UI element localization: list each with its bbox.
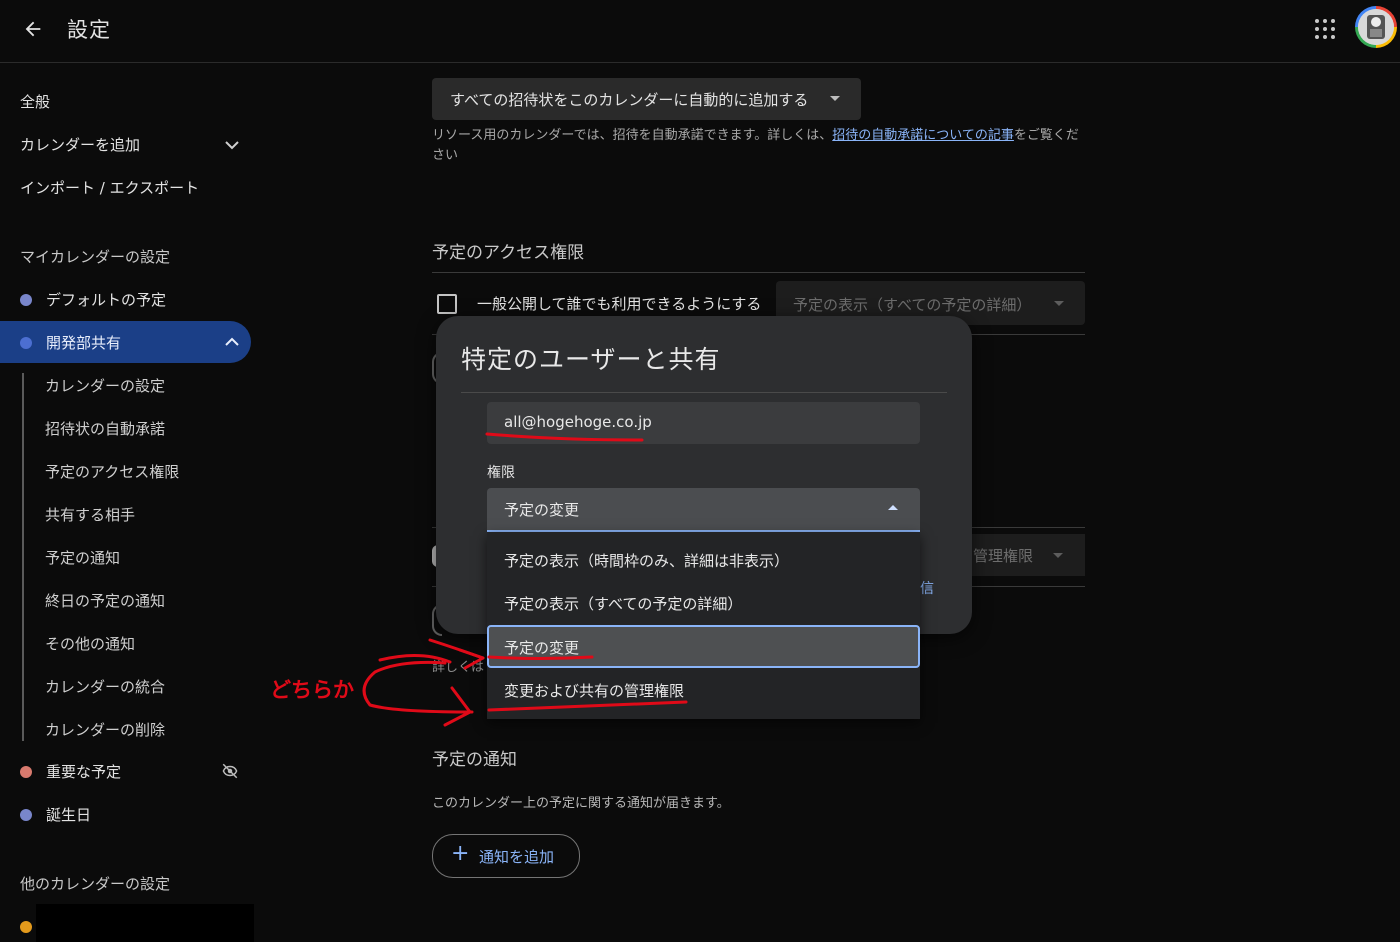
divider [432,272,1085,273]
dropdown-arrow-icon [888,505,898,510]
calendar-color-dot [20,921,32,933]
help-text: リソース用のカレンダーでは、招待を自動承諾できます。詳しくは、 [432,128,833,143]
sidebar-item-dev-shared[interactable] [0,321,251,363]
option-label: 予定の表示（すべての予定の詳細） [504,595,743,613]
calendar-color-dot [20,809,32,821]
sidebar-sub-calendar-settings[interactable]: カレンダーの設定 [45,375,165,396]
sidebar-sub-event-notifications[interactable]: 予定の通知 [45,547,120,568]
calendar-color-dot [20,766,32,778]
option-label: 予定の表示（時間枠のみ、詳細は非表示） [504,552,790,570]
other-calendars-heading: 他のカレンダーの設定 [20,875,171,893]
calendar-color-dot [20,337,32,349]
sidebar-sub-allday-notifications[interactable]: 終日の予定の通知 [45,590,165,611]
arrow-back-icon [25,21,41,37]
permission-option[interactable]: 予定の表示（すべての予定の詳細） [487,581,920,624]
sidebar-item-label: 開発部共有 [46,334,122,352]
permission-option-selected[interactable]: 予定の変更 [487,625,920,668]
auto-accept-select-value: すべての招待状をこのカレンダーに自動的に追加する [450,91,809,109]
email-value: all@hogehoge.co.jp [504,413,652,431]
page-title: 設定 [67,18,111,42]
sidebar-sub-other-notifications[interactable]: その他の通知 [45,633,135,654]
add-notification-button[interactable]: + 通知を追加 [432,834,580,878]
app-header: 設定 [0,0,1400,63]
permission-select-value: 予定の変更 [504,501,580,519]
redacted-block [36,904,254,942]
event-notifications-title: 予定の通知 [432,750,517,770]
divider [461,392,947,393]
auto-accept-help: リソース用のカレンダーでは、招待を自動承諾できます。詳しくは、招待の自動承諾につ… [432,126,1087,166]
account-avatar[interactable] [1355,6,1397,48]
permission-option[interactable]: 変更および共有の管理権限 [487,668,920,711]
my-calendars-heading: マイカレンダーの設定 [20,248,171,266]
back-button[interactable] [16,12,50,46]
sidebar-item-birthdays[interactable]: 誕生日 [46,804,91,825]
sidebar-sub-share-with[interactable]: 共有する相手 [45,504,135,525]
apps-grid-icon[interactable] [1310,14,1340,44]
annotation-text: どちらか [270,678,354,702]
public-checkbox[interactable] [437,294,457,314]
calendar-color-dot [20,294,32,306]
sidebar-sub-auto-accept[interactable]: 招待状の自動承諾 [45,418,165,439]
sidebar-item-general[interactable]: 全般 [20,91,50,112]
permission-select[interactable]: 予定の変更 [487,488,920,532]
visibility-off-icon[interactable] [220,762,240,780]
public-visibility-value: 予定の表示（すべての予定の詳細） [793,296,1032,314]
public-checkbox-label: 一般公開して誰でも利用できるようにする [477,295,762,313]
sidebar-sub-delete-calendar[interactable]: カレンダーの削除 [45,719,165,740]
permission-option[interactable]: 予定の表示（時間枠のみ、詳細は非表示） [487,538,920,581]
sidebar-item-import-export[interactable]: インポート / エクスポート [20,177,199,198]
access-permissions-title: 予定のアクセス権限 [432,243,585,263]
subtree-line [22,373,24,741]
dropdown-arrow-icon [1054,301,1064,306]
dropdown-arrow-icon [1053,553,1063,558]
help-link[interactable]: 招待の自動承諾についての記事 [832,128,1014,143]
email-field[interactable]: all@hogehoge.co.jp [487,402,920,444]
permission-label: 権限 [487,465,515,481]
chevron-up-icon[interactable] [224,336,240,348]
permission-menu: 予定の表示（時間枠のみ、詳細は非表示） 予定の表示（すべての予定の詳細） 予定の… [487,532,920,719]
sidebar-sub-access-permissions[interactable]: 予定のアクセス権限 [45,461,179,482]
avatar-image [1358,9,1394,45]
option-label: 変更および共有の管理権限 [504,682,685,700]
option-label: 予定の変更 [504,639,580,657]
sidebar-item-important-events[interactable]: 重要な予定 [46,761,121,782]
dialog-title: 特定のユーザーと共有 [461,345,721,374]
hidden-send-button: 信 [920,581,934,597]
sidebar-item-add-calendar[interactable]: カレンダーを追加 [20,134,140,155]
hidden-permission-label: 管理権限 [973,547,1034,565]
event-notifications-desc: このカレンダー上の予定に関する通知が届きます。 [432,796,730,811]
plus-icon: + [451,841,470,866]
dropdown-arrow-icon [830,96,840,101]
auto-accept-select[interactable]: すべての招待状をこのカレンダーに自動的に追加する [432,78,861,120]
sidebar-sub-integrate-calendar[interactable]: カレンダーの統合 [45,676,165,697]
chevron-down-icon[interactable] [224,139,240,151]
add-notification-label: 通知を追加 [479,848,555,866]
hidden-help-text: 詳しくは [432,660,485,675]
sidebar-item-default-events[interactable]: デフォルトの予定 [46,289,166,310]
